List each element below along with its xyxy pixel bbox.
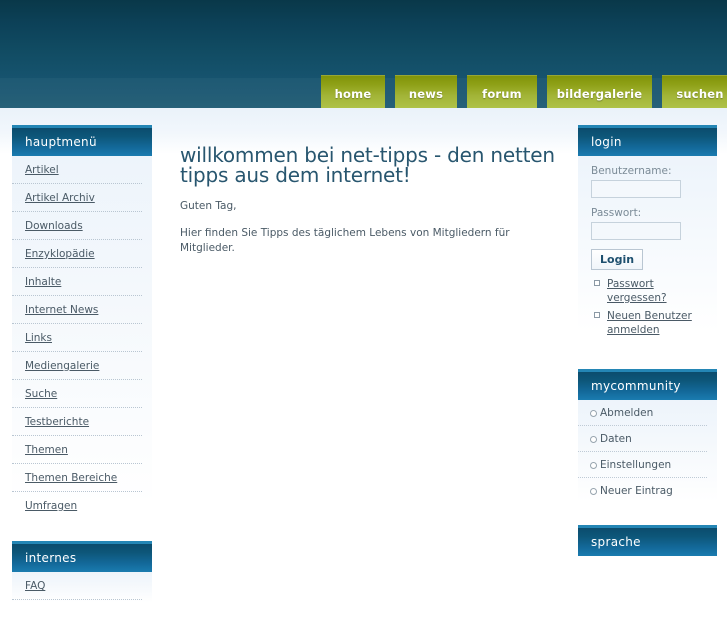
sidebar-item-inhalte[interactable]: Inhalte <box>12 268 142 296</box>
panel-sprache: sprache <box>578 525 717 556</box>
panel-internes-title: internes <box>12 541 152 572</box>
nav-tab-home[interactable]: home <box>321 75 385 108</box>
content-paragraph-greeting: Guten Tag, <box>180 200 237 212</box>
sidebar-item-suche[interactable]: Suche <box>12 380 142 408</box>
sidebar-item-enzyklopaedie[interactable]: Enzyklopädie <box>12 240 142 268</box>
circle-bullet-icon <box>590 409 597 417</box>
sidebar-item-downloads[interactable]: Downloads <box>12 212 142 240</box>
panel-login: login Benutzername: Passwort: Login Pass… <box>578 125 717 351</box>
square-bullet-icon <box>594 280 600 286</box>
page-body: hauptmenü Artikel Artikel Archiv Downloa… <box>0 108 727 604</box>
login-link-register[interactable]: Neuen Benutzer anmelden <box>591 309 705 337</box>
login-link-forgot-password[interactable]: Passwort vergessen? <box>591 277 705 305</box>
username-label: Benutzername: <box>591 165 672 177</box>
sidebar-item-mediengalerie[interactable]: Mediengalerie <box>12 352 142 380</box>
site-header: home news forum bildergalerie suchen <box>0 0 727 108</box>
right-sidebar: login Benutzername: Passwort: Login Pass… <box>578 125 717 574</box>
panel-internes-body: FAQ <box>12 572 152 604</box>
panel-mycommunity-title: mycommunity <box>578 369 717 400</box>
sidebar-item-testberichte[interactable]: Testberichte <box>12 408 142 436</box>
login-link-label: Neuen Benutzer anmelden <box>607 310 692 336</box>
sidebar-item-themen-bereiche[interactable]: Themen Bereiche <box>12 464 142 492</box>
login-form: Benutzername: Passwort: Login Passwort v… <box>578 156 717 351</box>
mycommunity-item-neuer-eintrag[interactable]: Neuer Eintrag <box>578 478 707 503</box>
sidebar-item-umfragen[interactable]: Umfragen <box>12 492 142 519</box>
nav-tab-suchen[interactable]: suchen <box>662 75 727 108</box>
mycommunity-item-label: Einstellungen <box>600 459 672 471</box>
mycommunity-item-einstellungen[interactable]: Einstellungen <box>578 452 707 478</box>
panel-hauptmenu-title: hauptmenü <box>12 125 152 156</box>
nav-tab-forum[interactable]: forum <box>467 75 537 108</box>
mycommunity-item-abmelden[interactable]: Abmelden <box>578 400 707 426</box>
nav-tab-bildergalerie[interactable]: bildergalerie <box>547 75 652 108</box>
nav-tab-label: news <box>408 86 444 101</box>
username-input[interactable] <box>591 180 681 198</box>
circle-bullet-icon <box>590 435 597 443</box>
mycommunity-item-label: Abmelden <box>600 407 654 419</box>
main-content: willkommen bei net-tipps - den netten ti… <box>163 125 565 268</box>
sidebar-item-internet-news[interactable]: Internet News <box>12 296 142 324</box>
panel-login-title: login <box>578 125 717 156</box>
panel-mycommunity-body: Abmelden Daten Einstellungen Neuer Eintr… <box>578 400 717 507</box>
sidebar-item-artikel[interactable]: Artikel <box>12 156 142 184</box>
nav-tab-news[interactable]: news <box>395 75 457 108</box>
panel-internes: internes FAQ <box>12 541 152 604</box>
left-sidebar: hauptmenü Artikel Artikel Archiv Downloa… <box>12 125 152 622</box>
password-input[interactable] <box>591 222 681 240</box>
sidebar-item-links[interactable]: Links <box>12 324 142 352</box>
login-button[interactable]: Login <box>591 249 644 270</box>
login-link-label: Passwort vergessen? <box>607 278 667 304</box>
square-bullet-icon <box>594 312 600 318</box>
nav-tab-label: suchen <box>676 86 724 101</box>
sidebar-item-themen[interactable]: Themen <box>12 436 142 464</box>
password-label: Passwort: <box>591 207 642 219</box>
panel-hauptmenu: hauptmenü Artikel Artikel Archiv Downloa… <box>12 125 152 523</box>
sidebar-item-faq[interactable]: FAQ <box>12 572 142 600</box>
panel-sprache-title: sprache <box>578 525 717 556</box>
mycommunity-item-daten[interactable]: Daten <box>578 426 707 452</box>
mycommunity-item-label: Daten <box>600 433 632 445</box>
circle-bullet-icon <box>590 487 597 495</box>
main-navigation: home news forum bildergalerie suchen <box>321 75 727 108</box>
panel-mycommunity: mycommunity Abmelden Daten Einstellungen… <box>578 369 717 507</box>
nav-tab-label: bildergalerie <box>556 86 643 101</box>
nav-tab-label: forum <box>482 86 522 101</box>
panel-hauptmenu-body: Artikel Artikel Archiv Downloads Enzyklo… <box>12 156 152 523</box>
nav-tab-label: home <box>334 86 372 101</box>
sidebar-item-artikel-archiv[interactable]: Artikel Archiv <box>12 184 142 212</box>
circle-bullet-icon <box>590 461 597 469</box>
mycommunity-item-label: Neuer Eintrag <box>600 485 673 497</box>
content-paragraph-intro: Hier finden Sie Tipps des täglichem Lebe… <box>180 227 510 254</box>
page-title: willkommen bei net-tipps - den netten ti… <box>180 143 555 187</box>
